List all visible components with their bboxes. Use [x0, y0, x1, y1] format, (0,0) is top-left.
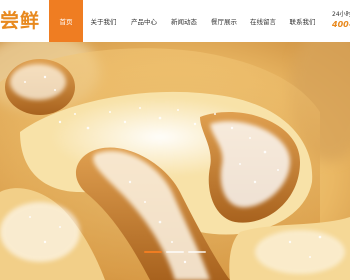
logo[interactable]: 尝鲜 [0, 6, 40, 36]
nav-item-home[interactable]: 首页 [49, 0, 83, 42]
hotline: 24小时 400-888-8888 [332, 10, 350, 31]
hero-banner[interactable] [0, 42, 350, 280]
nav-item-about[interactable]: 关于我们 [83, 0, 124, 42]
hotline-label: 24小时 [332, 11, 350, 18]
site-header: 尝鲜 首页 关于我们 产品中心 新闻动态 餐厅展示 在线留言 联系我们 24小时… [0, 0, 350, 42]
nav-item-message[interactable]: 在线留言 [244, 0, 282, 42]
bread-image [0, 42, 350, 280]
nav-item-contact[interactable]: 联系我们 [282, 0, 323, 42]
slider-dot-2[interactable] [166, 251, 184, 253]
nav-item-products[interactable]: 产品中心 [124, 0, 164, 42]
slider-dot-3[interactable] [188, 251, 206, 253]
hotline-number: 400-888-8888 [332, 20, 350, 29]
nav-item-restaurant[interactable]: 餐厅展示 [204, 0, 244, 42]
slider-dot-1[interactable] [144, 251, 162, 253]
slider-pagination [0, 251, 350, 257]
nav-item-news[interactable]: 新闻动态 [164, 0, 204, 42]
main-nav: 首页 关于我们 产品中心 新闻动态 餐厅展示 在线留言 联系我们 [49, 0, 323, 42]
